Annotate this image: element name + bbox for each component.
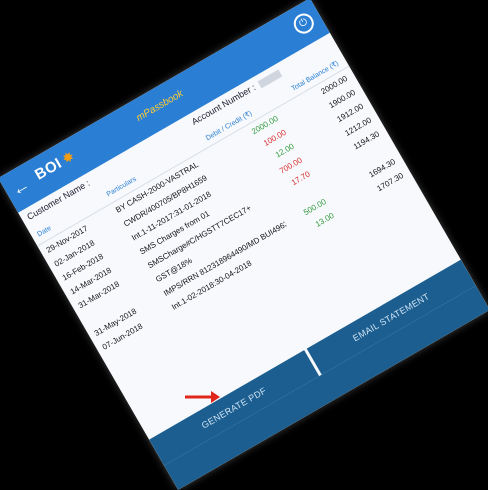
red-arrow-icon — [185, 391, 220, 403]
bottom-bar — [164, 285, 488, 490]
passbook-screen: ← BOI ✸ mPassbook ⏻ Customer Name : Acco… — [0, 0, 488, 490]
logout-icon[interactable]: ⏻ — [290, 9, 318, 38]
boi-logo: BOI ✸ — [32, 147, 78, 183]
app-title: mPassbook — [134, 88, 186, 124]
back-arrow-icon[interactable]: ← — [8, 174, 34, 200]
header-date: Date — [36, 224, 53, 239]
logo-text: BOI — [32, 154, 65, 184]
